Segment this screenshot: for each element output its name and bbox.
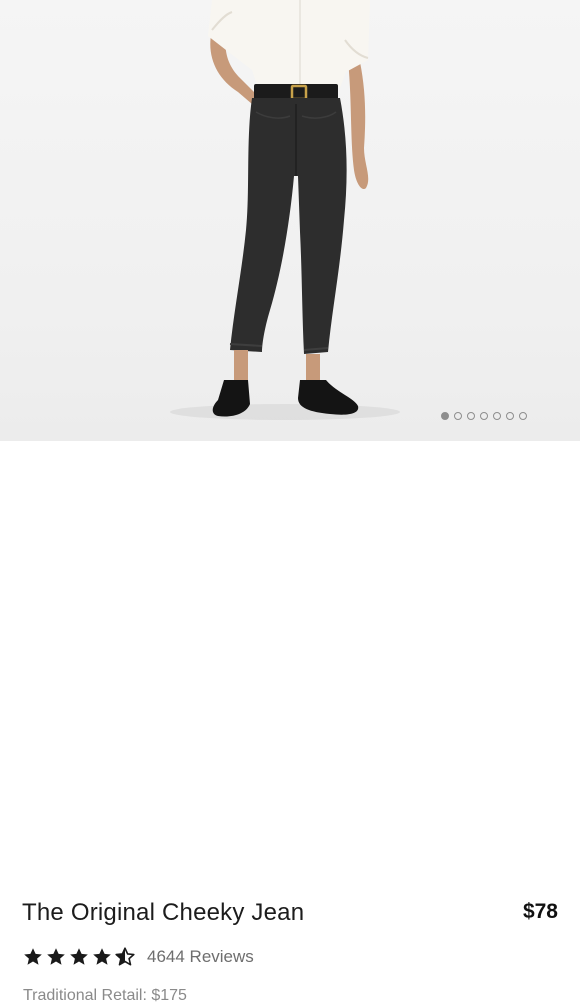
product-price: $78 <box>522 900 558 923</box>
carousel-pagination <box>441 410 527 422</box>
star-icon <box>69 947 89 967</box>
star-rating <box>23 947 135 967</box>
carousel-dot[interactable] <box>441 412 449 420</box>
product-photo <box>170 0 400 420</box>
star-half-icon <box>115 947 135 967</box>
traditional-retail-price: Traditional Retail: $175 <box>23 987 187 1004</box>
carousel-dot[interactable] <box>506 412 514 420</box>
rating-row[interactable]: 4644 Reviews <box>23 947 254 967</box>
review-count[interactable]: 4644 Reviews <box>147 947 254 967</box>
star-icon <box>46 947 66 967</box>
product-image[interactable] <box>0 0 580 441</box>
carousel-dot[interactable] <box>519 412 527 420</box>
carousel-dot[interactable] <box>493 412 501 420</box>
product-info: The Original Cheeky Jean $78 4644 Review… <box>0 441 580 1004</box>
carousel-dot[interactable] <box>480 412 488 420</box>
carousel-dot[interactable] <box>454 412 462 420</box>
star-icon <box>92 947 112 967</box>
carousel-dot[interactable] <box>467 412 475 420</box>
star-icon <box>23 947 43 967</box>
product-title: The Original Cheeky Jean <box>22 899 305 926</box>
